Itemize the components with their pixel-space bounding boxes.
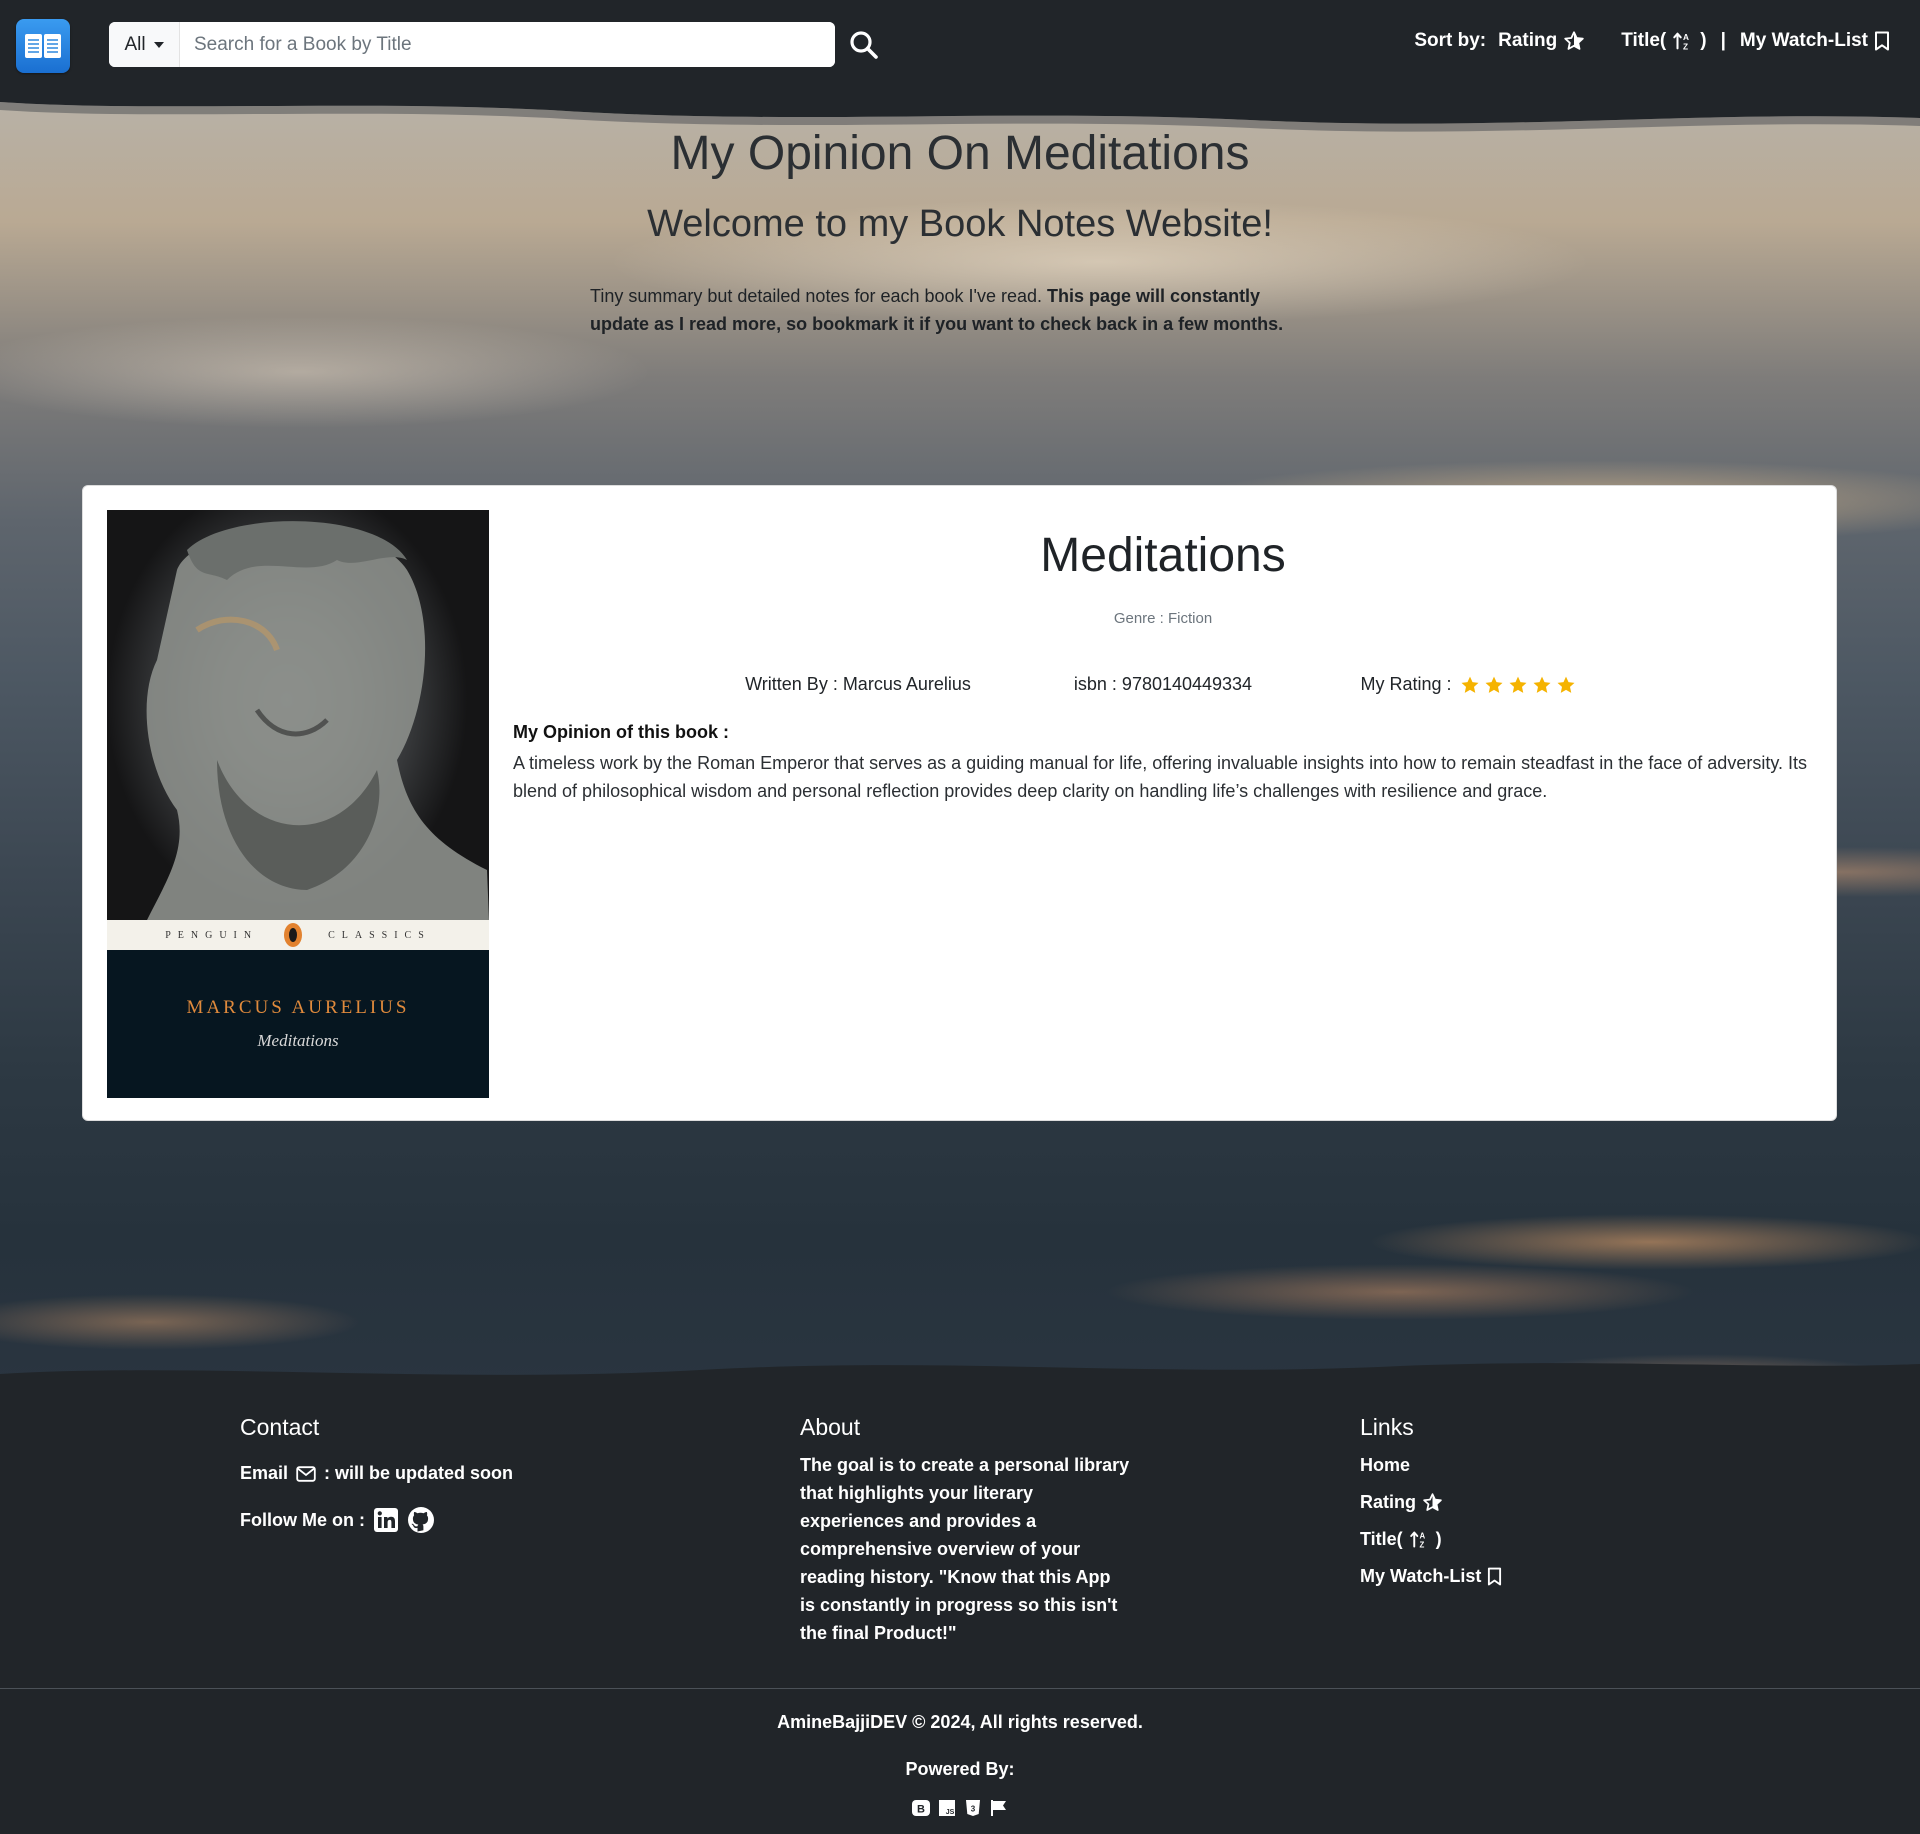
svg-text:A: A xyxy=(1419,1532,1425,1541)
svg-text:B: B xyxy=(917,1804,925,1816)
footer-divider xyxy=(0,1688,1920,1689)
cover-author: MARCUS AURELIUS xyxy=(186,997,410,1018)
powered-by-label: Powered By: xyxy=(905,1759,1015,1779)
sort-by-rating-link[interactable]: Rating xyxy=(1498,30,1585,52)
search-input[interactable] xyxy=(180,22,835,67)
watchlist-link[interactable]: My Watch-List xyxy=(1740,30,1890,52)
email-line: Email : will be updated soon xyxy=(240,1463,513,1484)
follow-line: Follow Me on : xyxy=(240,1506,513,1534)
book-card: PENGUIN CLASSICS MARCUS AURELIUS Meditat… xyxy=(82,485,1837,1121)
footer-link-title[interactable]: Title( A Z ) xyxy=(1360,1521,1502,1558)
sort-title-label: Title( xyxy=(1621,30,1667,51)
watchlist-label: My Watch-List xyxy=(1739,30,1868,51)
hero-section: My Opinion On Meditations Welcome to my … xyxy=(0,92,1920,1394)
tech-icons: B JS 3 xyxy=(0,1798,1920,1818)
flag-icon xyxy=(989,1798,1009,1818)
star-icon xyxy=(1533,676,1551,693)
contact-heading: Contact xyxy=(240,1414,320,1440)
intro-normal: Tiny summary but detailed notes for each… xyxy=(590,286,1043,306)
email-value: : will be updated soon xyxy=(324,1463,514,1483)
bookmark-icon xyxy=(1488,1567,1502,1586)
cover-art xyxy=(107,510,489,920)
links-heading: Links xyxy=(1360,1414,1414,1440)
linkedin-icon[interactable] xyxy=(373,1507,399,1533)
cover-title: Meditations xyxy=(257,1031,339,1050)
rating-label: My Rating : xyxy=(1360,674,1452,694)
opinion-text: A timeless work by the Roman Emperor tha… xyxy=(513,753,1807,801)
footer-link-rating-label: Rating xyxy=(1360,1492,1416,1512)
page-subtitle: Welcome to my Book Notes Website! xyxy=(647,203,1273,245)
star-icon xyxy=(1557,676,1575,693)
sort-alpha-icon: A Z xyxy=(1673,32,1689,51)
star-icon xyxy=(1509,676,1527,693)
github-icon[interactable] xyxy=(407,1506,435,1534)
footer-link-home-label: Home xyxy=(1360,1455,1411,1475)
book-author: Written By : Marcus Aurelius xyxy=(745,674,971,694)
footer-link-title-close: ) xyxy=(1435,1529,1442,1549)
envelope-icon xyxy=(296,1465,316,1482)
svg-text:JS: JS xyxy=(946,1809,955,1816)
sort-label: Sort by: xyxy=(1414,30,1487,51)
svg-text:A: A xyxy=(1683,33,1689,42)
sort-title-close: ) xyxy=(1700,30,1707,51)
book-logo-icon[interactable] xyxy=(16,19,70,73)
copyright-text: AmineBajjiDEV © 2024, All rights reserve… xyxy=(777,1712,1143,1732)
search-group: All xyxy=(109,22,835,67)
cover-band-left: PENGUIN xyxy=(165,929,259,941)
star-icon xyxy=(1461,676,1479,693)
page-title: My Opinion On Meditations xyxy=(670,127,1250,180)
search-button[interactable] xyxy=(848,28,880,62)
search-icon xyxy=(850,31,878,59)
javascript-icon: JS xyxy=(937,1798,957,1818)
sort-alpha-icon: A Z xyxy=(1409,1531,1425,1549)
svg-text:Z: Z xyxy=(1683,42,1688,51)
sort-nav: Sort by: Rating Title( A Z ) | My Watch-… xyxy=(1414,30,1890,52)
footer-links: Links Home Rating Title( A Z ) My Watch-… xyxy=(1360,1414,1502,1595)
navbar: All Sort by: Rating Title( A Z ) xyxy=(0,0,1920,92)
footer-contact: Contact Email : will be updated soon Fol… xyxy=(240,1414,513,1556)
footer-link-home[interactable]: Home xyxy=(1360,1447,1502,1484)
cover-bottom: MARCUS AURELIUS Meditations xyxy=(107,950,489,1098)
star-icon xyxy=(1485,676,1503,693)
footer-link-watchlist-label: My Watch-List xyxy=(1360,1566,1482,1586)
follow-label: Follow Me on : xyxy=(240,1509,365,1530)
book-isbn: isbn : 9780140449334 xyxy=(1073,674,1253,694)
book-rating: My Rating : xyxy=(1268,674,1668,695)
book-genre: Genre : Fiction xyxy=(1113,610,1213,627)
bootstrap-icon: B xyxy=(911,1798,931,1818)
about-heading: About xyxy=(800,1414,861,1440)
bottom-wave-divider xyxy=(0,1363,1920,1394)
book-meta-row: Written By : Marcus Aurelius isbn : 9780… xyxy=(489,674,1837,695)
penguin-logo-icon xyxy=(284,923,303,947)
email-label: Email xyxy=(240,1463,289,1483)
cover-publisher-band: PENGUIN CLASSICS xyxy=(107,920,489,950)
rating-stars xyxy=(1460,675,1576,695)
footer-links-list: Home Rating Title( A Z ) My Watch-List xyxy=(1360,1447,1502,1595)
book-cover-image: PENGUIN CLASSICS MARCUS AURELIUS Meditat… xyxy=(107,510,489,1098)
opinion-label: My Opinion of this book : xyxy=(513,722,729,742)
book-title: Meditations xyxy=(1040,529,1286,582)
nav-separator: | xyxy=(1720,30,1726,51)
footer-about: About The goal is to create a personal l… xyxy=(800,1414,1130,1647)
css3-icon: 3 xyxy=(963,1798,983,1818)
bookmark-icon xyxy=(1875,31,1889,51)
footer-link-title-label: Title( xyxy=(1360,1529,1403,1549)
intro-text: Tiny summary but detailed notes for each… xyxy=(590,282,1320,338)
footer-link-watchlist[interactable]: My Watch-List xyxy=(1360,1558,1502,1595)
about-text: The goal is to create a personal library… xyxy=(800,1455,1130,1643)
footer: Contact Email : will be updated soon Fol… xyxy=(0,1394,1920,1834)
cover-band-right: CLASSICS xyxy=(328,929,431,941)
star-half-icon xyxy=(1564,31,1584,50)
filter-dropdown-label: All xyxy=(124,33,146,55)
sort-by-title-link[interactable]: Title( A Z ) xyxy=(1621,30,1706,52)
svg-text:3: 3 xyxy=(971,1805,976,1814)
filter-dropdown-button[interactable]: All xyxy=(109,22,180,67)
caret-down-icon xyxy=(153,41,164,48)
footer-link-rating[interactable]: Rating xyxy=(1360,1484,1502,1521)
sort-rating-label: Rating xyxy=(1498,30,1558,51)
svg-text:Z: Z xyxy=(1419,1540,1424,1549)
star-half-icon xyxy=(1423,1493,1442,1511)
